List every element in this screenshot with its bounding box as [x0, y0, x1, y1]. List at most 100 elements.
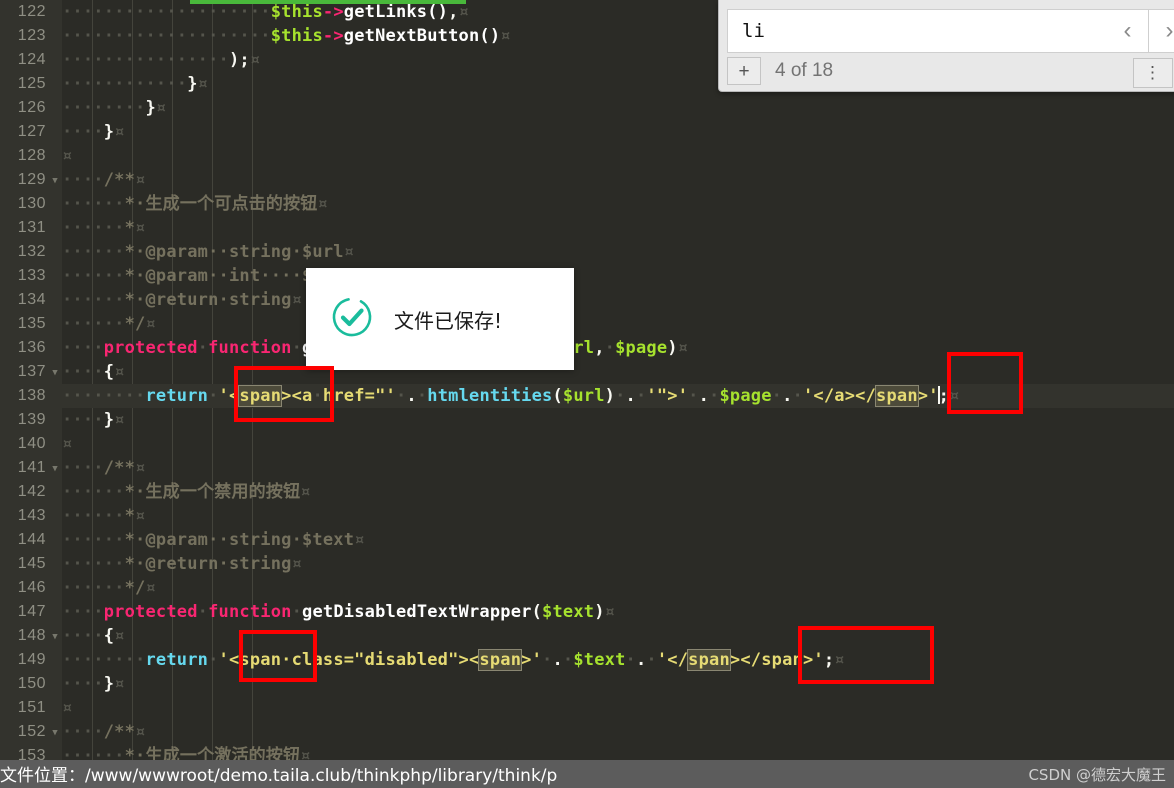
code-token: *	[124, 218, 136, 238]
fold-arrow-icon[interactable]: ▼	[49, 456, 61, 480]
code-token: ·	[395, 386, 407, 406]
file-location-path: /www/wwwroot/demo.taila.club/thinkphp/li…	[85, 766, 558, 786]
code-token: ······	[62, 218, 125, 238]
code-line[interactable]: 139 ····}¤	[0, 408, 1174, 432]
code-lines[interactable]: 122 ····················$this->getLinks()…	[0, 0, 1174, 768]
line-number: 144	[17, 531, 46, 548]
check-circle-icon	[330, 295, 374, 343]
code-token: ,	[594, 338, 605, 358]
code-token: getLinks()	[343, 2, 449, 22]
code-line[interactable]: 146 ······*/¤	[0, 576, 1174, 600]
fold-arrow-icon[interactable]: ▼	[49, 624, 61, 648]
code-token: ¤	[291, 290, 303, 310]
code-token: ,	[448, 2, 459, 22]
code-line[interactable]: 148 ▼ ····{¤	[0, 624, 1174, 648]
code-line[interactable]: 152 ▼ ····/**¤	[0, 720, 1174, 744]
find-previous-button[interactable]: ‹	[1107, 9, 1149, 53]
code-line[interactable]: 131 ······*¤	[0, 216, 1174, 240]
code-token: ····	[62, 674, 104, 694]
code-text: ¤	[62, 432, 72, 456]
code-token: ·	[291, 602, 303, 622]
line-number: 143	[17, 507, 46, 524]
code-token: *·@param··string·$text	[124, 530, 355, 550]
code-text: ········return·'<span·class="disabled"><…	[62, 648, 845, 672]
code-text: ¤	[62, 144, 72, 168]
code-text: ····protected·function·getDisabledTextWr…	[62, 600, 615, 624]
code-text: ······*/¤	[62, 312, 156, 336]
fold-arrow-icon[interactable]: ▼	[49, 720, 61, 744]
code-line[interactable]: 136····protected·function·getAvailablePa…	[0, 336, 1174, 360]
code-line[interactable]: 142 ······*·生成一个禁用的按钮¤	[0, 480, 1174, 504]
code-text: ¤	[62, 696, 72, 720]
code-line[interactable]: 130 ······*·生成一个可点击的按钮¤	[0, 192, 1174, 216]
code-line[interactable]: 144 ······*·@param··string·$text¤	[0, 528, 1174, 552]
code-line[interactable]: 138 ········return·'<span><a·href="'·.·ht…	[0, 384, 1174, 408]
code-token: ······	[62, 314, 125, 334]
code-token: )	[604, 386, 616, 406]
line-number: 145	[17, 555, 46, 572]
find-options-button[interactable]: ⋮	[1133, 58, 1173, 88]
code-line[interactable]: 132 ······*·@param··string·$url¤	[0, 240, 1174, 264]
code-line[interactable]: 143 ······*¤	[0, 504, 1174, 528]
code-token: $page	[719, 386, 772, 406]
code-token: ¤	[62, 434, 73, 454]
file-location-prefix: 文件位置：	[0, 766, 85, 786]
code-token: span	[478, 649, 523, 671]
code-token: function	[208, 602, 292, 622]
code-token: ····	[62, 410, 104, 430]
code-line[interactable]: 129 ▼ ····/**¤	[0, 168, 1174, 192]
csdn-watermark: CSDN @德宏大魔王	[1028, 766, 1166, 784]
line-number: 141	[17, 459, 46, 476]
code-text: ········return·'<span><a·href="'·.·htmle…	[62, 384, 960, 408]
fold-arrow-icon[interactable]: ▼	[49, 360, 61, 384]
code-line[interactable]: 149 ········return·'<span·class="disabled…	[0, 648, 1174, 672]
code-token: ¤	[317, 194, 328, 214]
code-token: ········	[62, 650, 146, 670]
code-token: ·	[542, 650, 553, 670]
code-line[interactable]: 134 ······*·@return·string¤	[0, 288, 1174, 312]
code-token: ·	[416, 386, 428, 406]
code-token: ¤	[114, 674, 125, 694]
line-number: 123	[17, 27, 46, 44]
code-token: ¤	[354, 530, 365, 550]
code-token: function	[208, 338, 292, 358]
code-token: ·	[208, 386, 219, 406]
code-token: return	[145, 650, 209, 670]
code-line[interactable]: 126 ········}¤	[0, 96, 1174, 120]
code-line[interactable]: 135 ······*/¤	[0, 312, 1174, 336]
code-line[interactable]: 128 ¤	[0, 144, 1174, 168]
code-token: ········	[62, 98, 146, 118]
line-number: 131	[17, 219, 46, 236]
code-token: ¤	[197, 74, 209, 94]
find-next-button[interactable]: ›	[1149, 9, 1174, 53]
fold-arrow-icon[interactable]: ▼	[49, 168, 61, 192]
code-editor[interactable]: 122 ····················$this->getLinks()…	[0, 0, 1174, 766]
code-line[interactable]: 151 ¤	[0, 696, 1174, 720]
find-input-row[interactable]: li ‹ ›	[727, 9, 1174, 53]
add-search-term-button[interactable]: +	[727, 57, 761, 85]
code-text: ······*·@return·string¤	[62, 552, 302, 576]
code-token: ······	[62, 506, 125, 526]
code-token: ······	[62, 554, 125, 574]
code-line[interactable]: 150 ····}¤	[0, 672, 1174, 696]
code-text: ····/**¤	[62, 168, 146, 192]
code-token: protected	[103, 338, 198, 358]
code-token: ········	[62, 386, 146, 406]
line-number: 149	[17, 651, 46, 668]
code-token: ·	[208, 650, 219, 670]
code-token: .	[625, 386, 636, 406]
code-token: ················	[62, 50, 229, 70]
code-line[interactable]: 137 ▼ ····{¤	[0, 360, 1174, 384]
code-line[interactable]: 127 ····}¤	[0, 120, 1174, 144]
code-token: ······	[62, 242, 125, 262]
code-token: ¤	[343, 242, 355, 262]
find-bar[interactable]: li ‹ › + 4 of 18 ⋮	[718, 0, 1174, 92]
code-line[interactable]: 147 ····protected·function·getDisabledTex…	[0, 600, 1174, 624]
code-line[interactable]: 140 ¤	[0, 432, 1174, 456]
code-line[interactable]: 145 ······*·@return·string¤	[0, 552, 1174, 576]
code-token: ·	[197, 602, 209, 622]
code-token: (	[531, 602, 543, 622]
code-line[interactable]: 133······*·@param··int····$page¤	[0, 264, 1174, 288]
search-input[interactable]: li	[727, 9, 1107, 53]
code-line[interactable]: 141 ▼ ····/**¤	[0, 456, 1174, 480]
